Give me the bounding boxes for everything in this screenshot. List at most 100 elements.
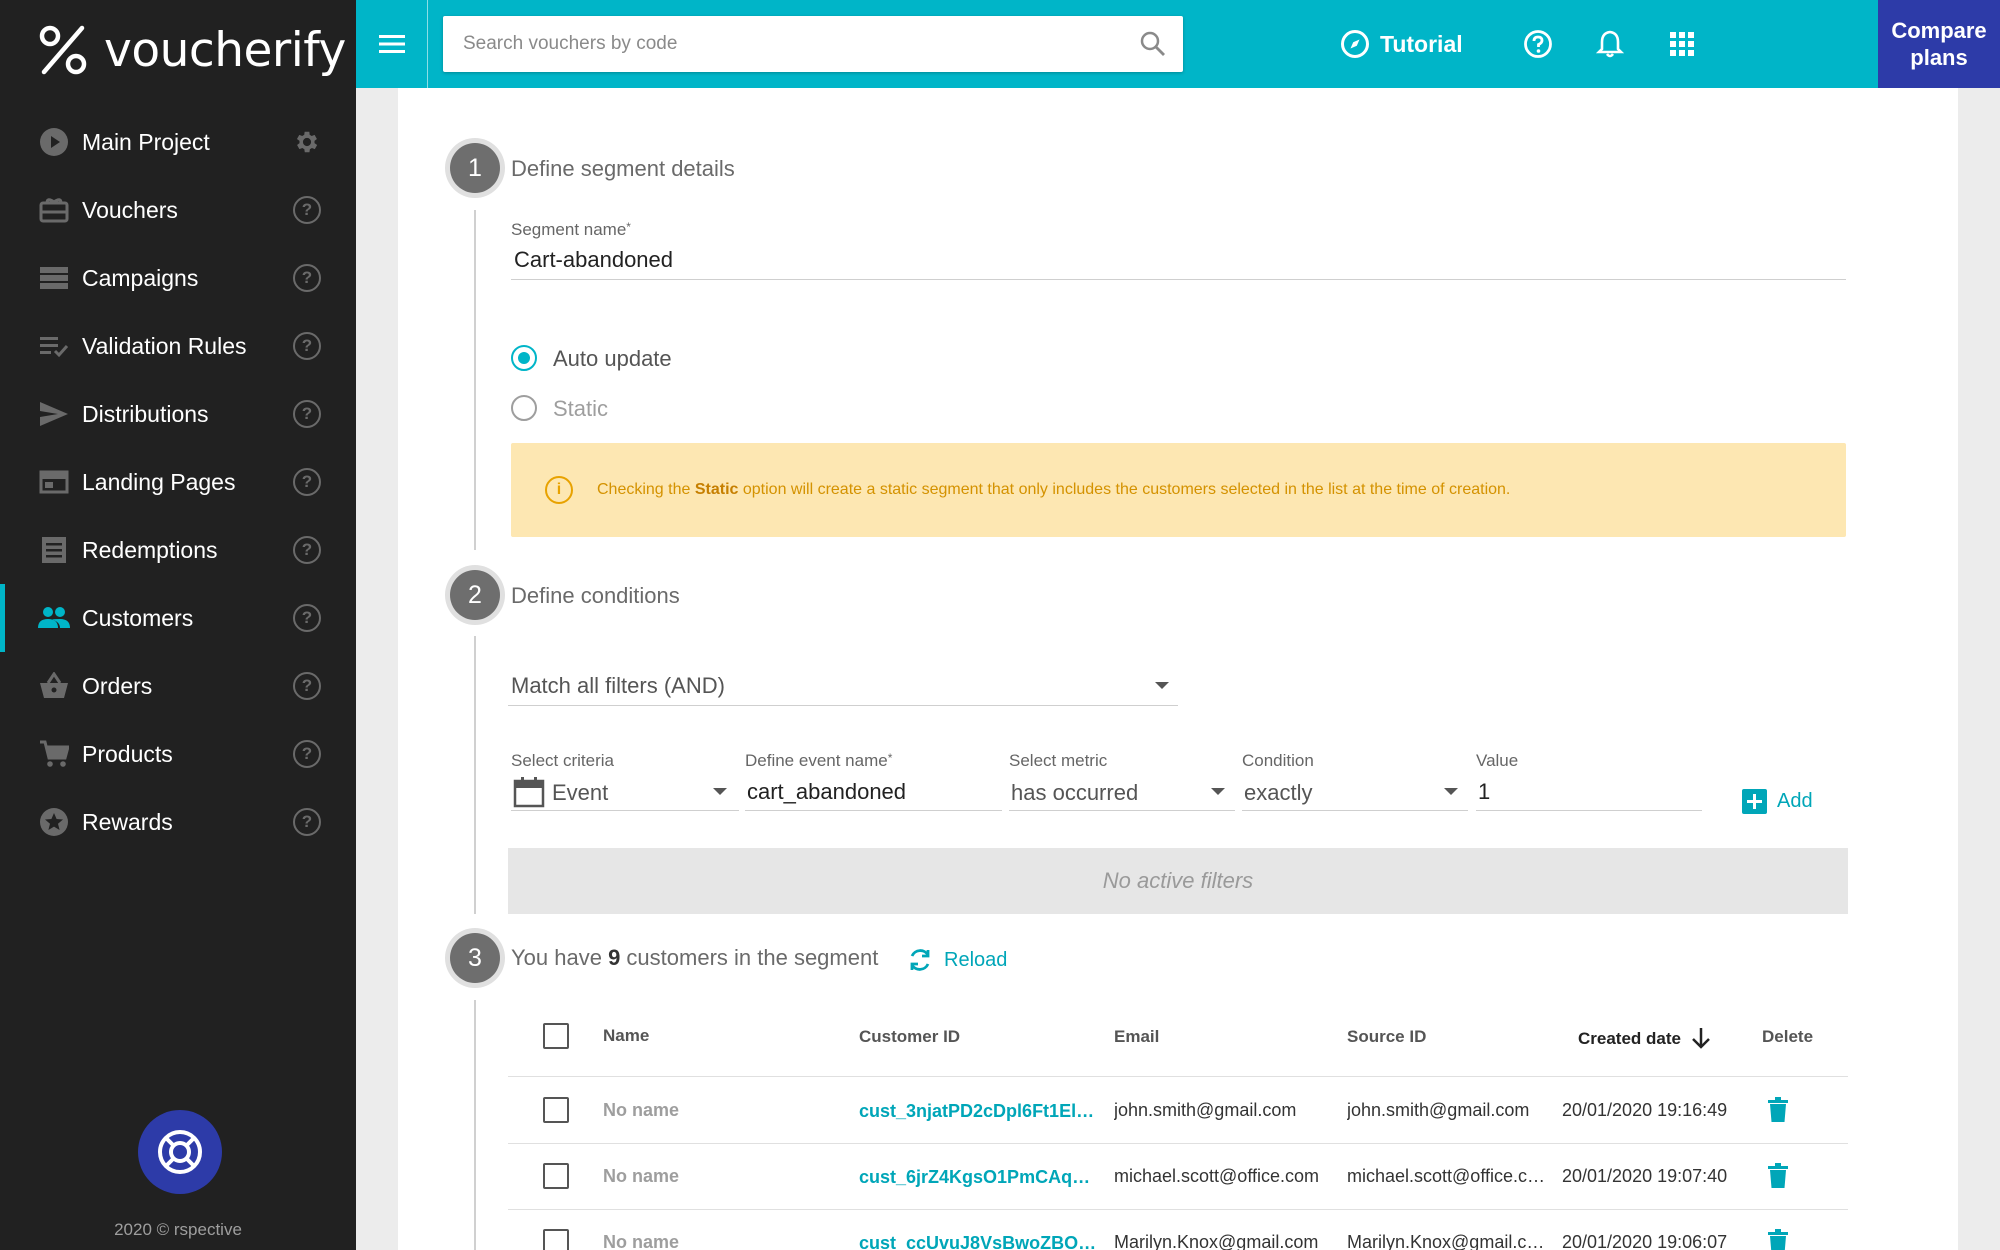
sidebar-item-products[interactable]: Products ? [0,720,356,788]
select-all-checkbox[interactable] [543,1023,569,1049]
row-customer-id-link[interactable]: cust_ccUvuJ8VsBwoZBO… [859,1233,1099,1250]
radio-auto-update[interactable] [511,345,537,371]
compare-line2: plans [1910,45,1968,70]
compare-plans-button[interactable]: Compare plans [1878,0,2000,88]
condition-underline [1242,810,1468,811]
notifications-button[interactable] [1592,26,1628,62]
support-button[interactable] [138,1110,222,1194]
trash-icon[interactable] [1767,1229,1789,1250]
apps-grid-icon [1670,32,1694,56]
sidebar-item-label: Customers [82,604,194,631]
tutorial-button[interactable]: Tutorial [1340,26,1463,62]
sidebar-item-label: Products [82,740,173,767]
logo-percent-icon [39,25,87,75]
sidebar-item-orders[interactable]: Orders ? [0,652,356,720]
search-input[interactable] [443,16,1083,72]
sidebar-item-vouchers[interactable]: Vouchers ? [0,176,356,244]
compare-line1: Compare [1891,18,1987,43]
help-icon[interactable]: ? [293,740,321,768]
help-icon[interactable]: ? [293,536,321,564]
help-icon[interactable]: ? [293,672,321,700]
help-icon[interactable]: ? [293,264,321,292]
tutorial-label: Tutorial [1380,30,1463,57]
arrow-down-icon [1691,1028,1710,1049]
chevron-down-icon[interactable] [1211,788,1225,795]
play-circle-icon [38,126,70,158]
row-checkbox[interactable] [543,1229,569,1250]
gear-icon[interactable] [293,128,321,156]
trash-icon[interactable] [1767,1097,1789,1123]
logo[interactable]: voucherify [38,22,346,78]
criteria-label: Select criteria [511,751,614,770]
compass-icon [1341,30,1369,58]
row-name: No name [603,1100,680,1120]
chevron-down-icon[interactable] [1155,682,1169,689]
refresh-icon [910,949,930,971]
help-icon[interactable]: ? [293,332,321,360]
criteria-select[interactable]: Event [552,780,608,806]
sidebar-item-label: Landing Pages [82,468,236,495]
help-icon[interactable]: ? [293,400,321,428]
reload-button[interactable]: Reload [906,944,1007,976]
static-notice: i Checking the Static option will create… [511,443,1846,537]
column-header-name[interactable]: Name [603,1026,649,1046]
chevron-down-icon[interactable] [713,788,727,795]
radio-auto-update-label[interactable]: Auto update [553,346,672,372]
sidebar-item-label: Validation Rules [82,332,247,359]
value-input[interactable]: 1 [1478,779,1490,805]
row-divider [508,1143,1848,1144]
metric-select[interactable]: has occurred [1011,780,1138,806]
sidebar-item-redemptions[interactable]: Redemptions ? [0,516,356,584]
match-filter-select[interactable]: Match all filters (AND) [511,673,725,699]
help-circle-icon [1524,30,1552,58]
event-name-underline [745,810,1002,811]
sidebar-item-landing-pages[interactable]: Landing Pages ? [0,448,356,516]
row-source-id: Marilyn.Knox@gmail.com [1347,1232,1549,1250]
sidebar-item-validation-rules[interactable]: Validation Rules ? [0,312,356,380]
column-header-customer-id[interactable]: Customer ID [859,1027,960,1047]
search-icon[interactable] [1139,30,1167,58]
match-filter-underline [508,705,1178,706]
metric-underline [1009,810,1235,811]
apps-button[interactable] [1664,26,1700,62]
sidebar-item-rewards[interactable]: Rewards ? [0,788,356,856]
add-filter-button[interactable]: Add [1742,786,1813,816]
condition-select[interactable]: exactly [1244,780,1312,806]
row-customer-id-link[interactable]: cust_3njatPD2cDpl6Ft1El… [859,1101,1099,1122]
trash-icon[interactable] [1767,1163,1789,1189]
row-checkbox[interactable] [543,1097,569,1123]
row-email: john.smith@gmail.com [1114,1100,1297,1120]
radio-static-label[interactable]: Static [553,396,608,422]
help-icon[interactable]: ? [293,196,321,224]
cart-icon [38,738,70,770]
menu-button[interactable] [356,0,428,88]
event-name-input[interactable]: cart_abandoned [747,779,906,805]
chevron-down-icon[interactable] [1444,788,1458,795]
sidebar-item-campaigns[interactable]: Campaigns ? [0,244,356,312]
row-email: Marilyn.Knox@gmail.com [1114,1232,1319,1250]
column-header-delete: Delete [1762,1027,1814,1046]
step-2-badge: 2 [450,570,500,620]
radio-static[interactable] [511,395,537,421]
help-icon[interactable]: ? [293,604,321,632]
row-email: michael.scott@office.com [1114,1166,1320,1186]
help-button[interactable] [1520,26,1556,62]
sidebar-item-distributions[interactable]: Distributions ? [0,380,356,448]
column-header-source-id[interactable]: Source ID [1347,1027,1426,1047]
plus-box-icon [1742,788,1767,814]
help-icon[interactable]: ? [293,468,321,496]
step-2-title: Define conditions [511,583,680,608]
row-name: No name [603,1232,680,1250]
no-active-filters: No active filters [508,848,1848,914]
segment-name-input[interactable]: Cart-abandoned [514,247,673,273]
sidebar: voucherify Main Project Vouchers ? Campa… [0,0,356,1250]
sidebar-item-label: Redemptions [82,536,218,563]
step-3-connector [474,1000,476,1250]
row-customer-id-link[interactable]: cust_6jrZ4KgsO1PmCAqe… [859,1167,1099,1188]
sidebar-item-main-project[interactable]: Main Project [0,108,356,176]
column-header-created-date[interactable]: Created date [1578,1026,1712,1050]
help-icon[interactable]: ? [293,808,321,836]
row-checkbox[interactable] [543,1163,569,1189]
column-header-email[interactable]: Email [1114,1027,1159,1047]
sidebar-item-customers[interactable]: Customers ? [0,584,356,652]
